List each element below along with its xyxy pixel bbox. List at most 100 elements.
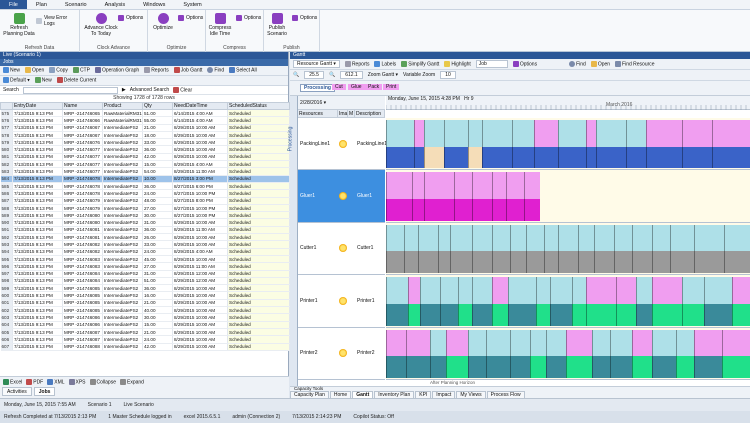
find-button[interactable]: Find — [207, 67, 224, 74]
resource-row-printer2[interactable]: Printer2 Printer2 — [298, 328, 385, 380]
gantt-block[interactable] — [546, 356, 566, 378]
gantt-block[interactable] — [468, 120, 482, 147]
gantt-block[interactable] — [530, 329, 546, 357]
gantt-block[interactable] — [566, 356, 592, 378]
table-row[interactable]: 591 7/13/2015 9:13 PM MRP -214746081 Interm… — [0, 226, 290, 235]
gantt-block[interactable] — [450, 224, 472, 252]
gantt-block[interactable] — [508, 303, 536, 326]
gantt-block[interactable] — [592, 356, 610, 378]
find-resource-button[interactable]: Find Resource — [615, 60, 655, 67]
gantt-block[interactable] — [420, 303, 440, 326]
gantt-block[interactable] — [450, 251, 472, 274]
gantt-block[interactable] — [682, 303, 704, 326]
gantt-block[interactable] — [536, 277, 550, 304]
gantt-block[interactable] — [614, 224, 632, 252]
gantt-block[interactable] — [626, 120, 646, 147]
table-row[interactable]: 599 7/13/2015 9:13 PM MRP -214746085 Interm… — [0, 284, 290, 293]
highlight-button[interactable]: Highlight — [444, 60, 471, 67]
gantt-block[interactable] — [646, 120, 682, 147]
delete-view-button[interactable]: Delete Current — [56, 77, 96, 84]
table-row[interactable]: 586 7/13/2015 9:13 PM MRP -214746078 Interm… — [0, 189, 290, 198]
export-pdf-button[interactable]: PDF — [26, 378, 43, 385]
gantt-block[interactable] — [732, 277, 750, 304]
gantt-block[interactable] — [418, 251, 438, 274]
export-collapse-button[interactable]: Collapse — [89, 378, 116, 385]
menu-file[interactable]: File — [0, 0, 27, 9]
new-view-button[interactable]: New — [34, 77, 52, 84]
tab-processing[interactable]: Processing — [300, 84, 335, 92]
gantt-block[interactable] — [512, 120, 534, 147]
gantt-block[interactable] — [694, 356, 722, 378]
gantt-block[interactable] — [724, 224, 750, 252]
gantt-block[interactable] — [694, 224, 724, 252]
gantt-block[interactable] — [586, 146, 596, 169]
gantt-block[interactable] — [440, 277, 458, 304]
tab-pack[interactable]: Pack — [365, 84, 383, 90]
gantt-block[interactable] — [530, 356, 546, 378]
export-expand-button[interactable]: Expand — [120, 378, 144, 385]
column-header[interactable]: EntryDate — [12, 102, 63, 110]
export-xps-button[interactable]: XPS — [68, 378, 86, 385]
gantt-block[interactable] — [424, 199, 454, 221]
gantt-block[interactable] — [482, 120, 512, 147]
gantt-block[interactable] — [544, 251, 558, 274]
gantt-block[interactable] — [492, 277, 508, 304]
gantt-block[interactable] — [594, 224, 614, 252]
gantt-block[interactable] — [610, 356, 632, 378]
table-row[interactable]: 596 7/13/2015 9:13 PM MRP -214746083 Interm… — [0, 262, 290, 271]
gantt-block[interactable] — [444, 120, 468, 147]
copy-button[interactable]: Copy — [49, 67, 68, 74]
table-row[interactable]: 598 7/13/2015 9:13 PM MRP -214746084 Interm… — [0, 277, 290, 286]
table-row[interactable]: 607 7/13/2015 9:13 PM MRP -214746088 Interm… — [0, 343, 290, 351]
column-header[interactable]: NeedDateTime — [172, 102, 228, 110]
gantt-block[interactable] — [404, 224, 418, 252]
gantt-block[interactable] — [508, 277, 536, 304]
gantt-block[interactable] — [578, 251, 594, 274]
gantt-block[interactable] — [472, 251, 492, 274]
gantt-block[interactable] — [596, 146, 626, 169]
gantt-block[interactable] — [558, 146, 586, 169]
gantt-find-button[interactable]: Find — [569, 60, 586, 67]
gantt-block[interactable] — [406, 356, 430, 378]
gantt-block[interactable] — [424, 172, 454, 199]
gantt-block[interactable] — [694, 329, 722, 357]
operation-graph-button[interactable]: Operation Graph — [94, 67, 139, 74]
open-button[interactable]: Open — [25, 67, 44, 74]
menu-system[interactable]: System — [174, 0, 210, 9]
highlight-dropdown[interactable]: Job — [475, 60, 508, 68]
gantt-block[interactable] — [578, 224, 594, 252]
gantt-block[interactable] — [594, 251, 614, 274]
column-header[interactable]: ScheduledStatus — [227, 102, 290, 110]
search-input[interactable] — [22, 86, 118, 94]
table-row[interactable]: 584 7/13/2015 9:13 PM MRP -214746078 Interm… — [0, 175, 290, 183]
gantt-block[interactable] — [572, 277, 586, 304]
gantt-block[interactable] — [446, 356, 468, 378]
gantt-block[interactable] — [534, 120, 558, 147]
table-row[interactable]: 604 7/13/2015 9:13 PM MRP -214746086 Interm… — [0, 321, 290, 329]
gantt-block[interactable] — [682, 120, 712, 147]
table-row[interactable]: 601 7/13/2015 9:13 PM MRP -214746085 Interm… — [0, 299, 290, 308]
gantt-block[interactable] — [652, 356, 676, 378]
gantt-block[interactable] — [486, 356, 510, 378]
gantt-block[interactable] — [414, 120, 424, 147]
gantt-block[interactable] — [472, 224, 492, 252]
date-picker[interactable]: 2/28/2016 ▾ — [298, 96, 385, 110]
gantt-block[interactable] — [704, 303, 732, 326]
table-row[interactable]: 585 7/13/2015 9:13 PM MRP -214746078 Interm… — [0, 182, 290, 191]
resource-row-packingline1[interactable]: PackingLine1 PackingLine1 — [298, 118, 387, 171]
gantt-block[interactable] — [632, 224, 652, 252]
gantt-block[interactable] — [652, 251, 670, 274]
gantt-open-button[interactable]: Open — [590, 60, 610, 67]
gantt-block[interactable] — [492, 303, 508, 326]
table-row[interactable]: 594 7/13/2015 9:13 PM MRP -214746082 Interm… — [0, 248, 290, 256]
table-row[interactable]: 582 7/13/2015 9:13 PM MRP -214746077 Interm… — [0, 160, 290, 169]
gantt-block[interactable] — [386, 251, 404, 274]
labels-button[interactable]: Labels — [374, 60, 396, 67]
gantt-block[interactable] — [408, 277, 420, 304]
gantt-block[interactable] — [550, 277, 572, 304]
gantt-block[interactable] — [566, 329, 592, 357]
menu-windows[interactable]: Windows — [134, 0, 174, 9]
gantt-block[interactable] — [386, 146, 414, 169]
gantt-block[interactable] — [472, 172, 492, 199]
gantt-block[interactable] — [694, 251, 724, 274]
